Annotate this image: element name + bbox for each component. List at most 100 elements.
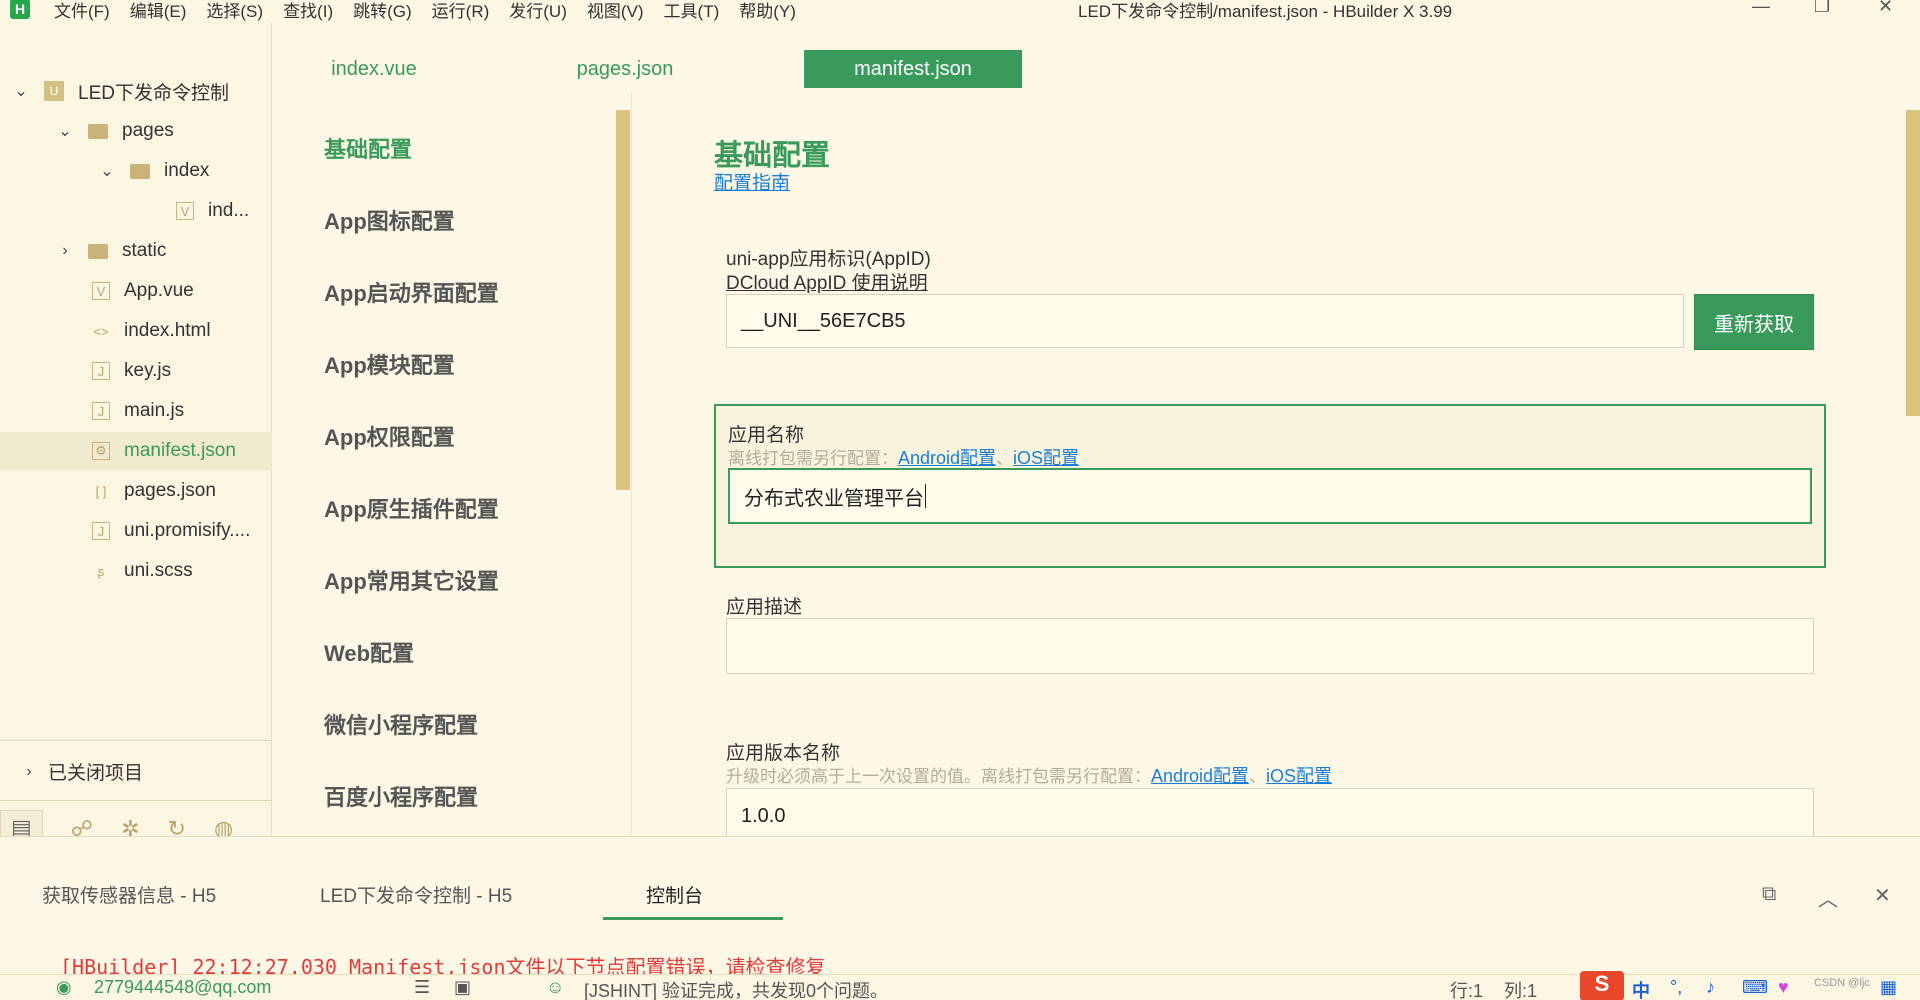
- tree-item-label: uni.scss: [124, 560, 193, 581]
- punctuation-icon[interactable]: °,: [1670, 977, 1682, 998]
- ios-config-link[interactable]: iOS配置: [1266, 766, 1332, 786]
- menu-help[interactable]: 帮助(Y): [739, 0, 796, 22]
- tab-pages-json[interactable]: pages.json: [570, 50, 680, 88]
- tab-manifest-json[interactable]: manifest.json: [804, 50, 1022, 88]
- menu-bar: 文件(F) 编辑(E) 选择(S) 查找(I) 跳转(G) 运行(R) 发行(U…: [54, 0, 816, 22]
- tree-item-pages-json[interactable]: [ ] pages.json: [0, 472, 272, 510]
- menu-tools[interactable]: 工具(T): [664, 0, 720, 22]
- app-name-value: 分布式农业管理平台: [744, 487, 924, 510]
- nav-basic-config[interactable]: 基础配置: [324, 132, 412, 164]
- closed-projects-toggle[interactable]: › 已关闭项目: [22, 758, 143, 785]
- tree-item-project[interactable]: ⌄ U LED下发命令控制: [0, 72, 272, 110]
- nav-scrollbar[interactable]: [616, 110, 630, 490]
- user-avatar-icon[interactable]: ◉: [56, 977, 72, 998]
- tree-item-main-js[interactable]: J main.js: [0, 392, 272, 430]
- skin-icon[interactable]: ♥: [1778, 977, 1789, 998]
- keyboard-icon[interactable]: ⌨: [1742, 977, 1768, 998]
- grid-icon[interactable]: ▦: [1880, 977, 1897, 998]
- sogou-ime-icon[interactable]: S: [1580, 971, 1624, 1000]
- tree-item-index-vue[interactable]: V ind...: [0, 192, 272, 230]
- chevron-down-icon[interactable]: ⌄: [14, 83, 28, 100]
- close-icon[interactable]: ✕: [1878, 0, 1893, 17]
- ios-config-link[interactable]: iOS配置: [1013, 448, 1079, 468]
- app-name-input[interactable]: 分布式农业管理平台: [728, 468, 1812, 524]
- version-name-input[interactable]: 1.0.0: [726, 788, 1814, 836]
- folder-icon: [88, 243, 108, 259]
- tree-item-label: index.html: [124, 320, 211, 341]
- tree-item-index-html[interactable]: <> index.html: [0, 312, 272, 350]
- nav-app-native-plugin-config[interactable]: App原生插件配置: [324, 492, 499, 524]
- active-tab-indicator: [603, 917, 783, 920]
- terminal-icon[interactable]: ▣: [454, 977, 471, 998]
- app-name-hint: 离线打包需另行配置：Android配置、iOS配置: [728, 444, 1079, 470]
- status-message: [JSHINT] 验证完成，共发现0个问题。: [584, 981, 889, 1000]
- nav-baidu-mp-config[interactable]: 百度小程序配置: [324, 780, 478, 812]
- user-account[interactable]: 2779444548@qq.com: [94, 977, 271, 998]
- hint-text: 离线打包需另行配置：: [728, 449, 898, 468]
- version-name-hint: 升级时必须高于上一次设置的值。离线打包需另行配置：Android配置、iOS配置: [726, 762, 1332, 788]
- console-tab-led-h5[interactable]: LED下发命令控制 - H5: [320, 881, 512, 908]
- nav-app-splash-config[interactable]: App启动界面配置: [324, 276, 499, 308]
- tree-item-label: LED下发命令控制: [78, 82, 229, 104]
- microphone-icon[interactable]: ♪: [1706, 977, 1715, 998]
- refresh-appid-button[interactable]: 重新获取: [1694, 294, 1814, 350]
- tree-item-manifest-json[interactable]: ⚙ manifest.json: [0, 432, 272, 470]
- hbuilder-logo-icon: H: [10, 0, 30, 19]
- scss-file-icon: ʂ: [97, 563, 105, 579]
- chevron-down-icon[interactable]: ⌄: [58, 123, 72, 140]
- nav-app-icon-config[interactable]: App图标配置: [324, 204, 455, 236]
- tree-item-uni-scss[interactable]: ʂ uni.scss: [0, 552, 272, 590]
- maximize-panel-icon[interactable]: ⧉: [1762, 883, 1776, 906]
- closed-projects-label: 已关闭项目: [48, 763, 144, 784]
- restore-icon[interactable]: ❐: [1814, 0, 1830, 17]
- menu-goto[interactable]: 跳转(G): [353, 0, 412, 22]
- chevron-down-icon[interactable]: ⌄: [100, 163, 114, 180]
- tree-item-app-vue[interactable]: V App.vue: [0, 272, 272, 310]
- chevron-right-icon[interactable]: ›: [22, 763, 36, 780]
- close-panel-icon[interactable]: ✕: [1874, 883, 1891, 908]
- app-desc-input[interactable]: [726, 618, 1814, 674]
- chevron-right-icon[interactable]: ›: [58, 242, 72, 259]
- nav-app-permission-config[interactable]: App权限配置: [324, 420, 455, 452]
- tab-index-vue[interactable]: index.vue: [324, 50, 424, 88]
- tree-item-label: index: [164, 160, 210, 181]
- tree-item-label: pages.json: [124, 480, 216, 501]
- smile-status-icon: ☺: [546, 977, 565, 997]
- menu-file[interactable]: 文件(F): [54, 0, 110, 22]
- outline-icon[interactable]: ☰: [414, 977, 430, 998]
- menu-find[interactable]: 查找(I): [283, 0, 333, 22]
- nav-app-other-settings[interactable]: App常用其它设置: [324, 564, 499, 596]
- android-config-link[interactable]: Android配置: [1151, 766, 1249, 786]
- project-explorer: ⌄ U LED下发命令控制 ⌄ pages ⌄ index V ind... ›…: [0, 22, 272, 848]
- tree-item-uni-promisify[interactable]: J uni.promisify....: [0, 512, 272, 550]
- vue-file-icon: V: [176, 202, 194, 220]
- menu-run[interactable]: 运行(R): [432, 0, 490, 22]
- divider: [0, 740, 272, 741]
- editor-tab-bar: index.vue pages.json manifest.json: [272, 22, 1920, 92]
- nav-weixin-mp-config[interactable]: 微信小程序配置: [324, 708, 478, 740]
- ime-mode[interactable]: 中: [1632, 977, 1650, 1000]
- menu-edit[interactable]: 编辑(E): [130, 0, 187, 22]
- menu-publish[interactable]: 发行(U): [509, 0, 567, 22]
- chevron-up-icon[interactable]: ︿: [1818, 883, 1838, 912]
- menu-select[interactable]: 选择(S): [206, 0, 263, 22]
- nav-web-config[interactable]: Web配置: [324, 636, 414, 668]
- android-config-link[interactable]: Android配置: [898, 448, 996, 468]
- appid-input[interactable]: __UNI__56E7CB5: [726, 294, 1684, 348]
- cursor-row: 行:1: [1450, 981, 1484, 1000]
- cursor-col: 列:1: [1504, 981, 1538, 1000]
- nav-app-module-config[interactable]: App模块配置: [324, 348, 455, 380]
- hint-separator: 、: [996, 449, 1014, 468]
- title-bar: H 文件(F) 编辑(E) 选择(S) 查找(I) 跳转(G) 运行(R) 发行…: [0, 0, 1920, 22]
- console-tab-console[interactable]: 控制台: [646, 881, 703, 908]
- console-tab-sensor-h5[interactable]: 获取传感器信息 - H5: [42, 881, 216, 908]
- content-scrollbar[interactable]: [1906, 110, 1920, 416]
- tree-item-key-js[interactable]: J key.js: [0, 352, 272, 390]
- appid-help-link[interactable]: DCloud AppID 使用说明: [726, 268, 928, 295]
- minimize-icon[interactable]: —: [1752, 0, 1770, 17]
- menu-view[interactable]: 视图(V): [587, 0, 644, 22]
- tree-item-static[interactable]: › static: [0, 232, 272, 270]
- tree-item-index-folder[interactable]: ⌄ index: [0, 152, 272, 190]
- config-guide-link[interactable]: 配置指南: [714, 168, 790, 195]
- tree-item-pages[interactable]: ⌄ pages: [0, 112, 272, 150]
